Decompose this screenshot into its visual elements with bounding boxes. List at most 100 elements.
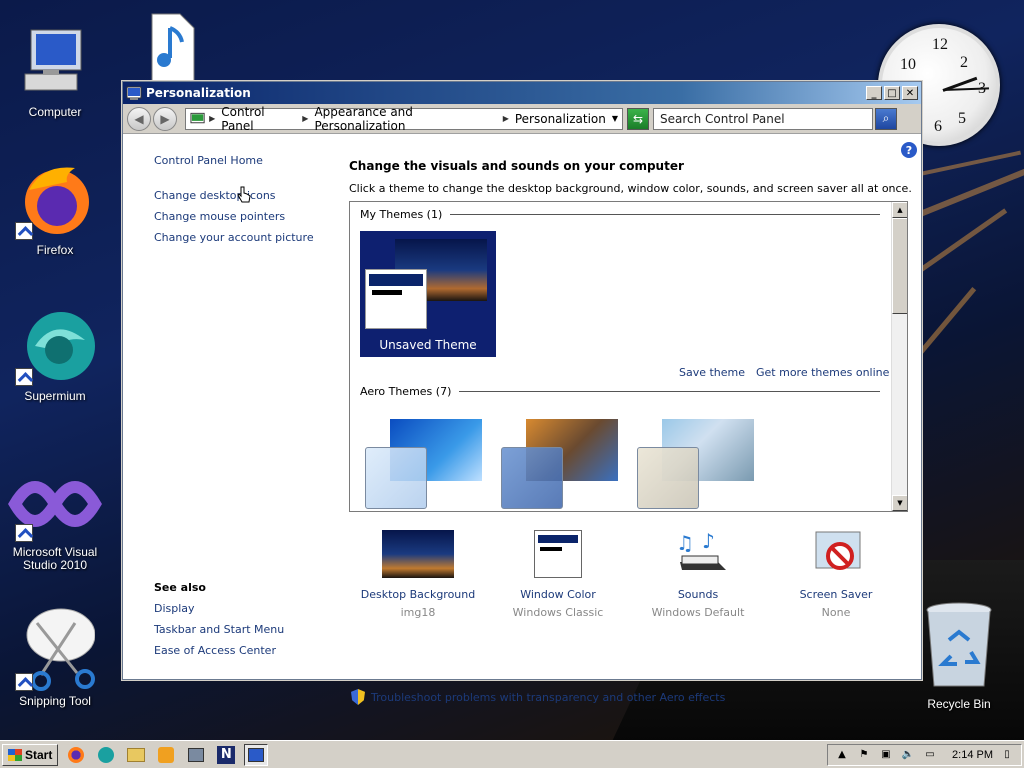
breadcrumb-separator-icon: ▶ bbox=[209, 114, 216, 123]
maximize-button[interactable]: □ bbox=[884, 86, 900, 100]
theme-list[interactable]: My Themes (1) Unsaved Theme Save theme G… bbox=[349, 201, 908, 512]
theme-name: Unsaved Theme bbox=[379, 338, 477, 352]
theme-characters[interactable] bbox=[632, 417, 754, 509]
screen-saver-item[interactable]: Screen Saver None bbox=[771, 530, 901, 619]
breadcrumb-control-panel[interactable]: Control Panel bbox=[221, 105, 296, 133]
back-button[interactable]: ◀ bbox=[127, 106, 151, 131]
help-icon[interactable]: ? bbox=[901, 142, 917, 158]
aero-themes-label: Aero Themes (7) bbox=[360, 385, 452, 398]
my-themes-label: My Themes (1) bbox=[360, 208, 443, 221]
desktop-icon-visual-studio[interactable]: Microsoft Visual Studio 2010 bbox=[0, 468, 110, 572]
aero-themes-group: Aero Themes (7) bbox=[360, 385, 880, 398]
minimize-button[interactable]: _ bbox=[866, 86, 882, 100]
theme-list-scrollbar[interactable]: ▲ ▼ bbox=[891, 202, 907, 511]
forward-arrow-icon: ▶ bbox=[160, 111, 170, 126]
refresh-icon: ⇆ bbox=[632, 111, 644, 126]
ease-of-access-link[interactable]: Ease of Access Center bbox=[154, 644, 276, 657]
start-button[interactable]: Start bbox=[2, 743, 59, 766]
power-icon[interactable]: ▭ bbox=[922, 748, 938, 762]
scissors-icon bbox=[15, 603, 96, 691]
desktop-icon-computer[interactable]: Computer bbox=[0, 22, 110, 119]
theme-window-preview bbox=[637, 447, 699, 509]
taskbar: Start N ▲ ⚑ ▣ 🔈 ▭ 2:14 PM ▯ bbox=[0, 740, 1024, 768]
refresh-button[interactable]: ⇆ bbox=[627, 107, 649, 130]
search-input[interactable]: Search Control Panel bbox=[653, 107, 873, 130]
page-heading: Change the visuals and sounds on your co… bbox=[349, 159, 684, 173]
close-button[interactable]: ✕ bbox=[902, 86, 918, 100]
window-content: ? Control Panel Home Change desktop icon… bbox=[123, 135, 921, 705]
desktop-background-icon bbox=[382, 530, 454, 578]
quicklaunch-supermium[interactable] bbox=[94, 744, 118, 766]
shortcut-arrow-icon bbox=[15, 673, 33, 691]
scroll-down-icon[interactable]: ▼ bbox=[892, 495, 907, 511]
quicklaunch-control-panel[interactable] bbox=[184, 744, 208, 766]
recycle-bin-icon bbox=[919, 600, 999, 694]
firefox-icon bbox=[15, 160, 95, 240]
network-icon[interactable]: ▣ bbox=[878, 748, 894, 762]
address-dropdown-icon[interactable]: ▼ bbox=[612, 114, 618, 123]
quicklaunch-firefox[interactable] bbox=[64, 744, 88, 766]
supermium-icon bbox=[15, 306, 95, 386]
desktop-icon-label: Computer bbox=[28, 105, 82, 119]
theme-architecture[interactable] bbox=[496, 417, 618, 509]
sounds-item[interactable]: ♫ ♪ Sounds Windows Default bbox=[633, 529, 763, 619]
shortcut-arrow-icon bbox=[15, 222, 33, 240]
desktop-icon-label: Supermium bbox=[24, 389, 86, 403]
show-hidden-icons-icon[interactable]: ▲ bbox=[834, 748, 850, 762]
theme-unsaved[interactable]: Unsaved Theme bbox=[360, 231, 496, 357]
theme-window-preview bbox=[365, 269, 427, 329]
folder-icon bbox=[127, 747, 146, 762]
forward-button[interactable]: ▶ bbox=[153, 106, 177, 131]
change-account-picture-link[interactable]: Change your account picture bbox=[154, 231, 314, 244]
window-color-icon bbox=[534, 530, 582, 578]
svg-text:♪: ♪ bbox=[702, 530, 715, 553]
save-theme-link[interactable]: Save theme bbox=[679, 366, 745, 379]
item-name: Sounds bbox=[677, 588, 719, 601]
scroll-thumb[interactable] bbox=[892, 218, 907, 314]
breadcrumb-personalization[interactable]: Personalization bbox=[515, 112, 606, 126]
system-tray: ▲ ⚑ ▣ 🔈 ▭ 2:14 PM ▯ bbox=[827, 743, 1022, 766]
taskbar-start-menu-link[interactable]: Taskbar and Start Menu bbox=[154, 623, 284, 636]
get-more-themes-link[interactable]: Get more themes online bbox=[756, 366, 889, 379]
item-name: Screen Saver bbox=[799, 588, 873, 601]
svg-text:♫: ♫ bbox=[676, 531, 694, 555]
shortcut-arrow-icon bbox=[15, 368, 33, 386]
desktop-icon-label: Firefox bbox=[36, 243, 74, 257]
action-center-flag-icon[interactable]: ⚑ bbox=[856, 748, 872, 762]
item-name: Desktop Background bbox=[360, 588, 476, 601]
show-desktop-icon[interactable]: ▯ bbox=[999, 748, 1015, 762]
theme-windows-7[interactable] bbox=[360, 417, 482, 509]
quicklaunch-app-n[interactable]: N bbox=[214, 744, 238, 766]
title-bar[interactable]: Personalization _ □ ✕ bbox=[123, 82, 921, 104]
screen-saver-icon bbox=[800, 530, 872, 578]
breadcrumb-appearance[interactable]: Appearance and Personalization bbox=[314, 105, 496, 133]
change-desktop-icons-link[interactable]: Change desktop icons bbox=[154, 189, 276, 202]
windows-logo-icon bbox=[8, 748, 22, 761]
control-panel-icon bbox=[190, 112, 205, 123]
desktop-background-item[interactable]: Desktop Background img18 bbox=[353, 530, 483, 619]
clock-time[interactable]: 2:14 PM bbox=[952, 749, 993, 761]
display-link[interactable]: Display bbox=[154, 602, 195, 615]
quicklaunch-explorer[interactable] bbox=[124, 744, 148, 766]
clock-numeral: 6 bbox=[934, 118, 942, 135]
navigation-bar: ◀ ▶ ▶ Control Panel ▶ Appearance and Per… bbox=[123, 104, 921, 134]
item-value: Windows Classic bbox=[512, 606, 604, 619]
troubleshoot-link[interactable]: Troubleshoot problems with transparency … bbox=[351, 689, 725, 705]
address-bar[interactable]: ▶ Control Panel ▶ Appearance and Persona… bbox=[185, 105, 623, 133]
theme-window-preview bbox=[365, 447, 427, 509]
item-value: Windows Default bbox=[651, 606, 745, 619]
desktop-icon-snipping-tool[interactable]: Snipping Tool bbox=[0, 603, 110, 708]
change-mouse-pointers-link[interactable]: Change mouse pointers bbox=[154, 210, 285, 223]
quicklaunch-media-player[interactable] bbox=[154, 744, 178, 766]
control-panel-home-link[interactable]: Control Panel Home bbox=[154, 154, 263, 167]
desktop-icon-supermium[interactable]: Supermium bbox=[0, 306, 110, 403]
scroll-up-icon[interactable]: ▲ bbox=[892, 202, 907, 218]
n-app-icon: N bbox=[217, 745, 236, 764]
window-color-item[interactable]: Window Color Windows Classic bbox=[493, 530, 623, 619]
firefox-icon bbox=[68, 746, 85, 763]
desktop-icon-firefox[interactable]: Firefox bbox=[0, 160, 110, 257]
taskbar-personalization-button[interactable] bbox=[244, 743, 269, 766]
volume-muted-icon[interactable]: 🔈 bbox=[900, 748, 916, 762]
search-button[interactable]: ⌕ bbox=[875, 107, 897, 130]
maximize-icon: □ bbox=[887, 87, 897, 99]
